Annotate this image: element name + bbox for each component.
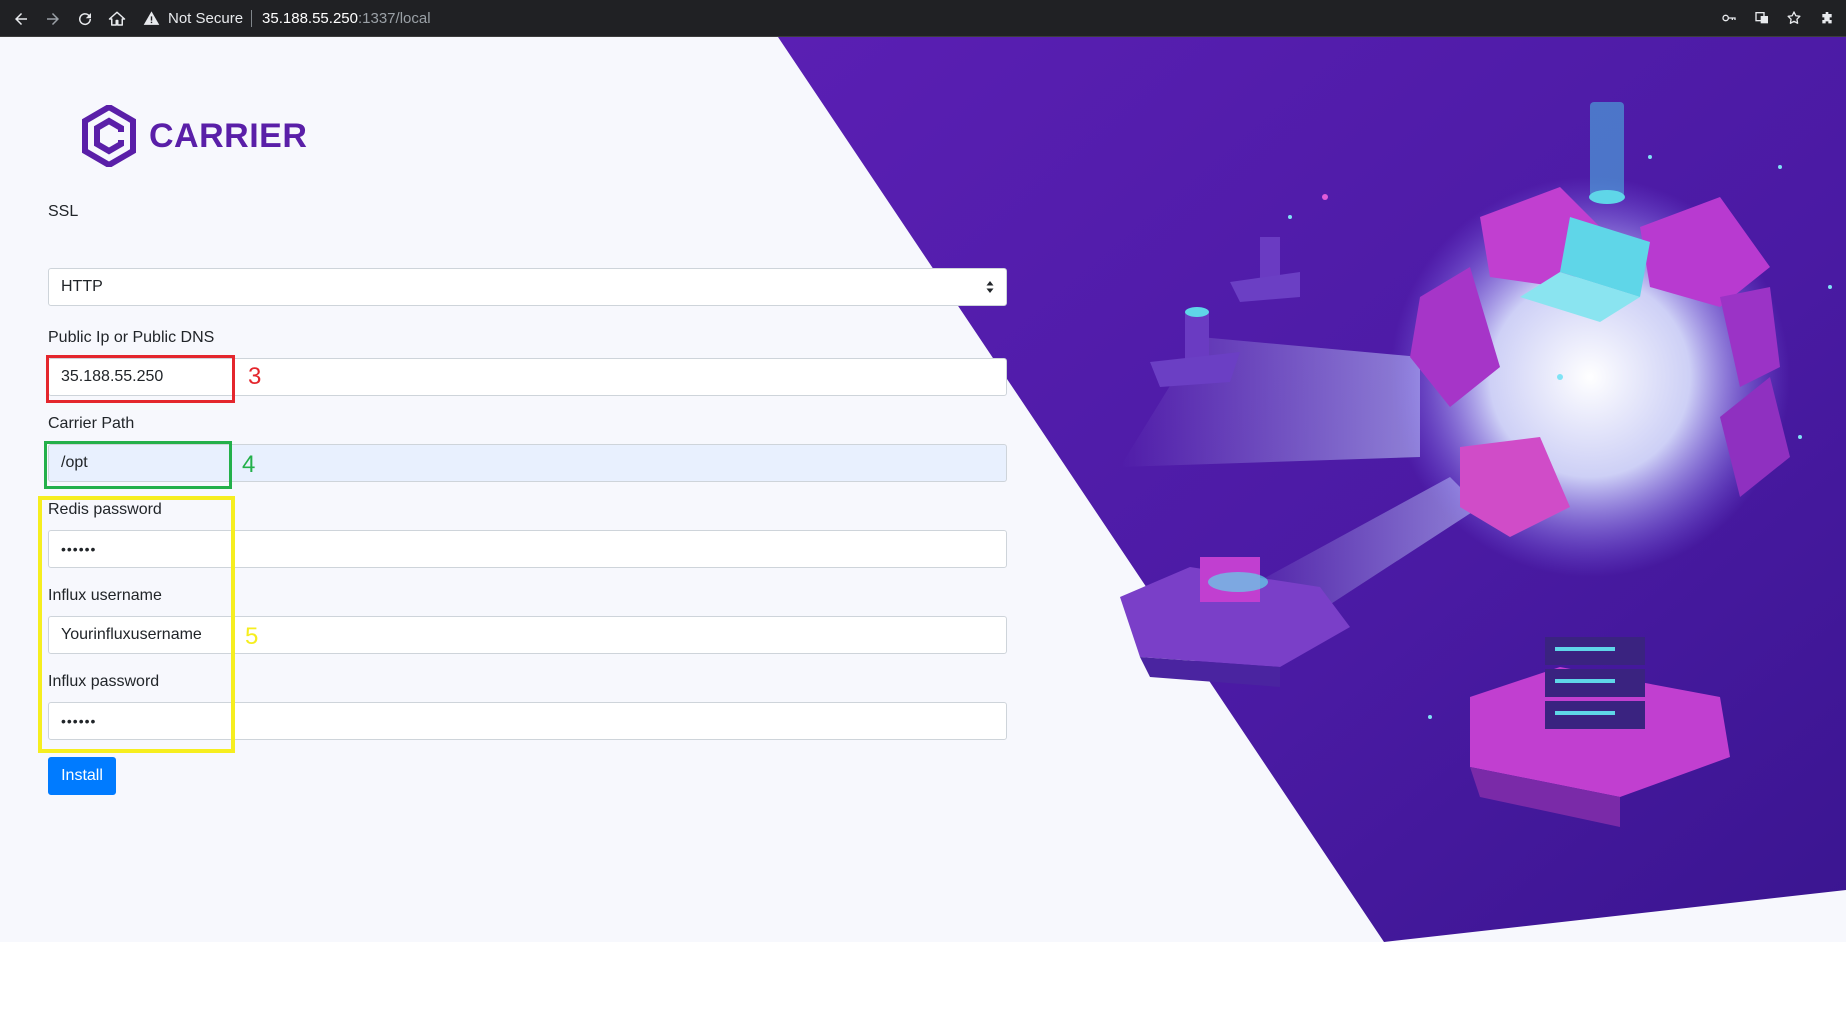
page-bottom-blank: [0, 942, 1846, 1018]
home-icon[interactable]: [105, 7, 129, 31]
carrier-logo: CARRIER: [81, 105, 307, 167]
url-separator: [251, 10, 253, 27]
url-host: 35.188.55.250: [262, 10, 358, 27]
hero-illustration: [778, 37, 1846, 942]
select-arrows-icon: [986, 281, 994, 293]
annotation-number-4: 4: [242, 451, 256, 478]
annotation-number-3: 3: [248, 363, 262, 390]
forward-icon[interactable]: [41, 7, 65, 31]
bookmark-star-icon[interactable]: [1783, 7, 1805, 29]
carrier-path-label: Carrier Path: [48, 415, 135, 432]
reload-icon[interactable]: [73, 7, 97, 31]
annotation-number-5: 5: [245, 623, 259, 650]
annotation-box-4: [44, 441, 232, 489]
translate-icon[interactable]: [1751, 7, 1773, 29]
ssl-select[interactable]: HTTP: [48, 268, 1007, 306]
annotation-box-5: [38, 496, 235, 753]
warning-icon[interactable]: [143, 10, 160, 27]
url-path: :1337/local: [357, 10, 431, 27]
ssl-selected-value: HTTP: [61, 278, 103, 295]
not-secure-label: Not Secure: [168, 10, 244, 27]
back-icon[interactable]: [9, 7, 33, 31]
install-button[interactable]: Install: [48, 757, 116, 795]
brand-name: CARRIER: [149, 116, 308, 155]
key-icon[interactable]: [1718, 7, 1740, 29]
public-ip-label: Public Ip or Public DNS: [48, 329, 215, 346]
carrier-hexagon-icon: [82, 105, 136, 167]
browser-toolbar: Not Secure 35.188.55.250:1337/local: [0, 0, 1846, 37]
extensions-icon[interactable]: [1816, 7, 1838, 29]
ssl-label: SSL: [48, 203, 79, 220]
address-bar[interactable]: Not Secure 35.188.55.250:1337/local: [143, 6, 431, 31]
content-area: CARRIER SSL HTTP Public Ip or Public DNS…: [0, 37, 1846, 942]
page: Not Secure 35.188.55.250:1337/local CAR…: [0, 0, 1846, 1018]
annotation-box-3: [46, 355, 235, 403]
